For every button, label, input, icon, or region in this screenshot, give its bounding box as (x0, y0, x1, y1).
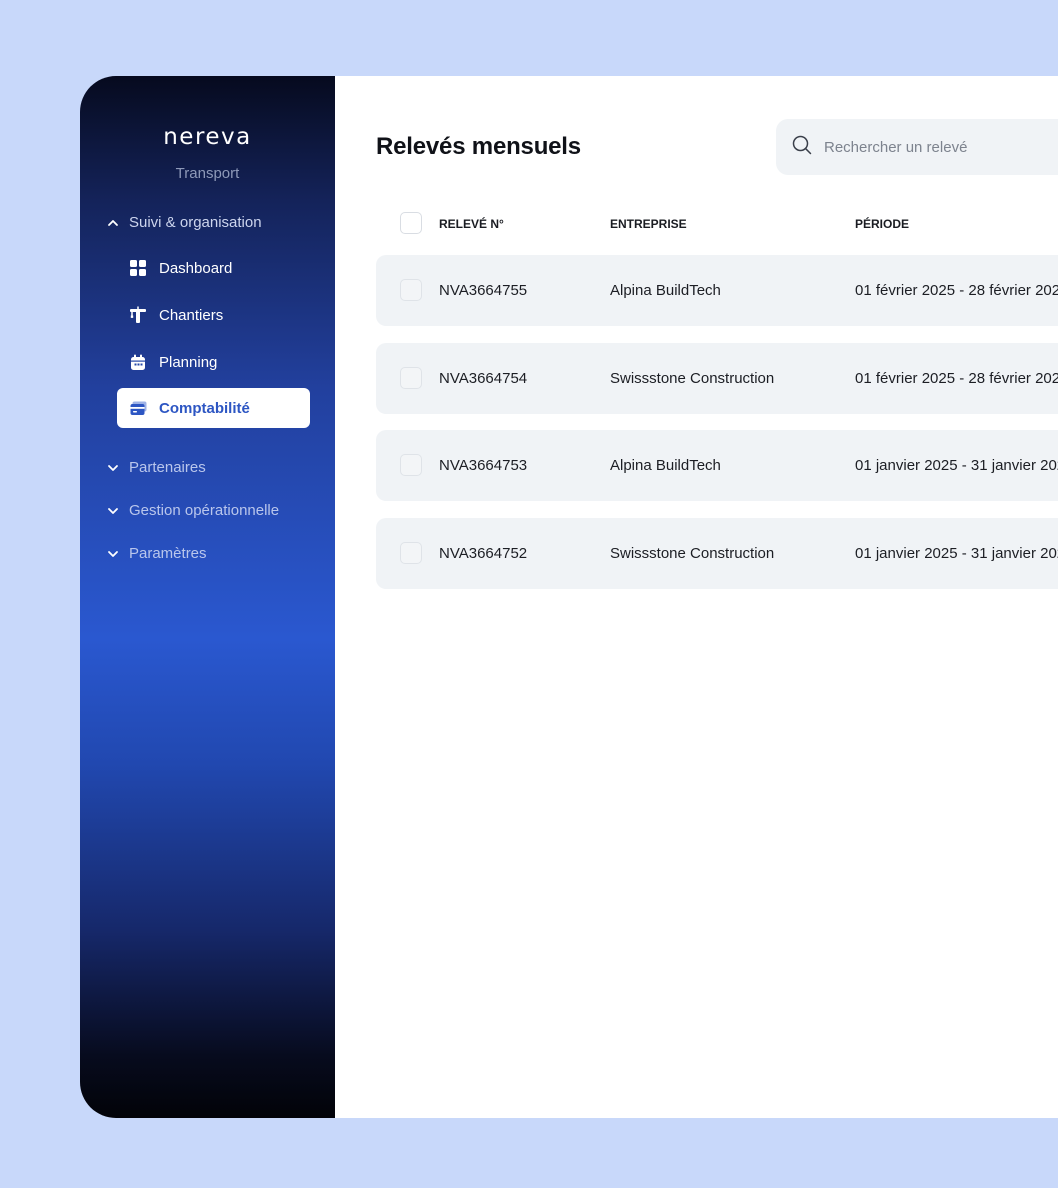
cell-entreprise: Alpina BuildTech (610, 282, 721, 299)
nav-group-partenaires[interactable]: Partenaires (106, 459, 206, 476)
row-checkbox[interactable] (400, 367, 422, 389)
cell-releve-number: NVA3664755 (439, 282, 528, 299)
select-all-checkbox[interactable] (400, 212, 422, 234)
table-row[interactable]: NVA3664755 Alpina BuildTech 01 février 2… (376, 255, 1058, 326)
table-row[interactable]: NVA3664753 Alpina BuildTech 01 janvier 2… (376, 430, 1058, 501)
column-header-entreprise[interactable]: ENTREPRISE (610, 217, 687, 231)
search-icon (792, 135, 812, 160)
sidebar-item-comptabilite[interactable]: Comptabilité (117, 388, 310, 428)
column-header-periode[interactable]: PÉRIODE (855, 217, 909, 231)
cell-releve-number: NVA3664753 (439, 457, 528, 474)
nav-group-gestion-operationnelle[interactable]: Gestion opérationnelle (106, 502, 279, 519)
cell-releve-number: NVA3664754 (439, 370, 528, 387)
search-box[interactable] (776, 119, 1058, 175)
calendar-icon (129, 353, 147, 371)
row-checkbox[interactable] (400, 279, 422, 301)
cell-entreprise: Alpina BuildTech (610, 457, 721, 474)
chevron-down-icon (106, 547, 119, 560)
sidebar-item-label: Planning (159, 353, 218, 371)
nav-group-label: Partenaires (129, 459, 206, 476)
cell-periode: 01 février 2025 - 28 février 2025 (855, 370, 1058, 387)
app-window: nereva Transport Suivi & organisation Da… (80, 76, 1058, 1118)
row-checkbox[interactable] (400, 454, 422, 476)
grid-icon (129, 259, 147, 277)
sidebar-item-chantiers[interactable]: Chantiers (117, 295, 310, 335)
chevron-up-icon (106, 216, 119, 229)
sidebar: nereva Transport Suivi & organisation Da… (80, 76, 335, 1118)
credit-card-icon (129, 399, 147, 417)
page-title: Relevés mensuels (376, 133, 581, 160)
row-checkbox[interactable] (400, 542, 422, 564)
sidebar-item-dashboard[interactable]: Dashboard (117, 248, 310, 288)
cell-entreprise: Swissstone Construction (610, 545, 775, 562)
brand-logo: nereva (163, 124, 252, 150)
table-header: RELEVÉ N° ENTREPRISE PÉRIODE (376, 212, 1058, 236)
search-input[interactable] (824, 138, 1058, 156)
nav-group-parametres[interactable]: Paramètres (106, 545, 207, 562)
cell-periode: 01 février 2025 - 28 février 2025 (855, 282, 1058, 299)
cell-entreprise: Swissstone Construction (610, 370, 775, 387)
main-content: Relevés mensuels RELEVÉ N° ENTREPRISE PÉ… (335, 76, 1058, 1118)
sidebar-item-label: Chantiers (159, 306, 224, 324)
nav-group-label: Gestion opérationnelle (129, 502, 280, 519)
sidebar-item-label: Dashboard (159, 259, 233, 277)
nav-group-suivi-organisation[interactable]: Suivi & organisation (106, 214, 262, 231)
chevron-down-icon (106, 461, 119, 474)
sidebar-item-planning[interactable]: Planning (117, 342, 310, 382)
sidebar-item-label: Comptabilité (159, 399, 250, 417)
table-row[interactable]: NVA3664754 Swissstone Construction 01 fé… (376, 343, 1058, 414)
crane-icon (129, 306, 147, 324)
nav-group-label: Suivi & organisation (129, 214, 262, 231)
chevron-down-icon (106, 504, 119, 517)
cell-releve-number: NVA3664752 (439, 545, 528, 562)
cell-periode: 01 janvier 2025 - 31 janvier 2025 (855, 545, 1058, 562)
column-header-releve[interactable]: RELEVÉ N° (439, 217, 504, 231)
nav-group-label: Paramètres (129, 545, 207, 562)
brand-subtitle: Transport (175, 165, 240, 182)
cell-periode: 01 janvier 2025 - 31 janvier 2025 (855, 457, 1058, 474)
table-row[interactable]: NVA3664752 Swissstone Construction 01 ja… (376, 518, 1058, 589)
